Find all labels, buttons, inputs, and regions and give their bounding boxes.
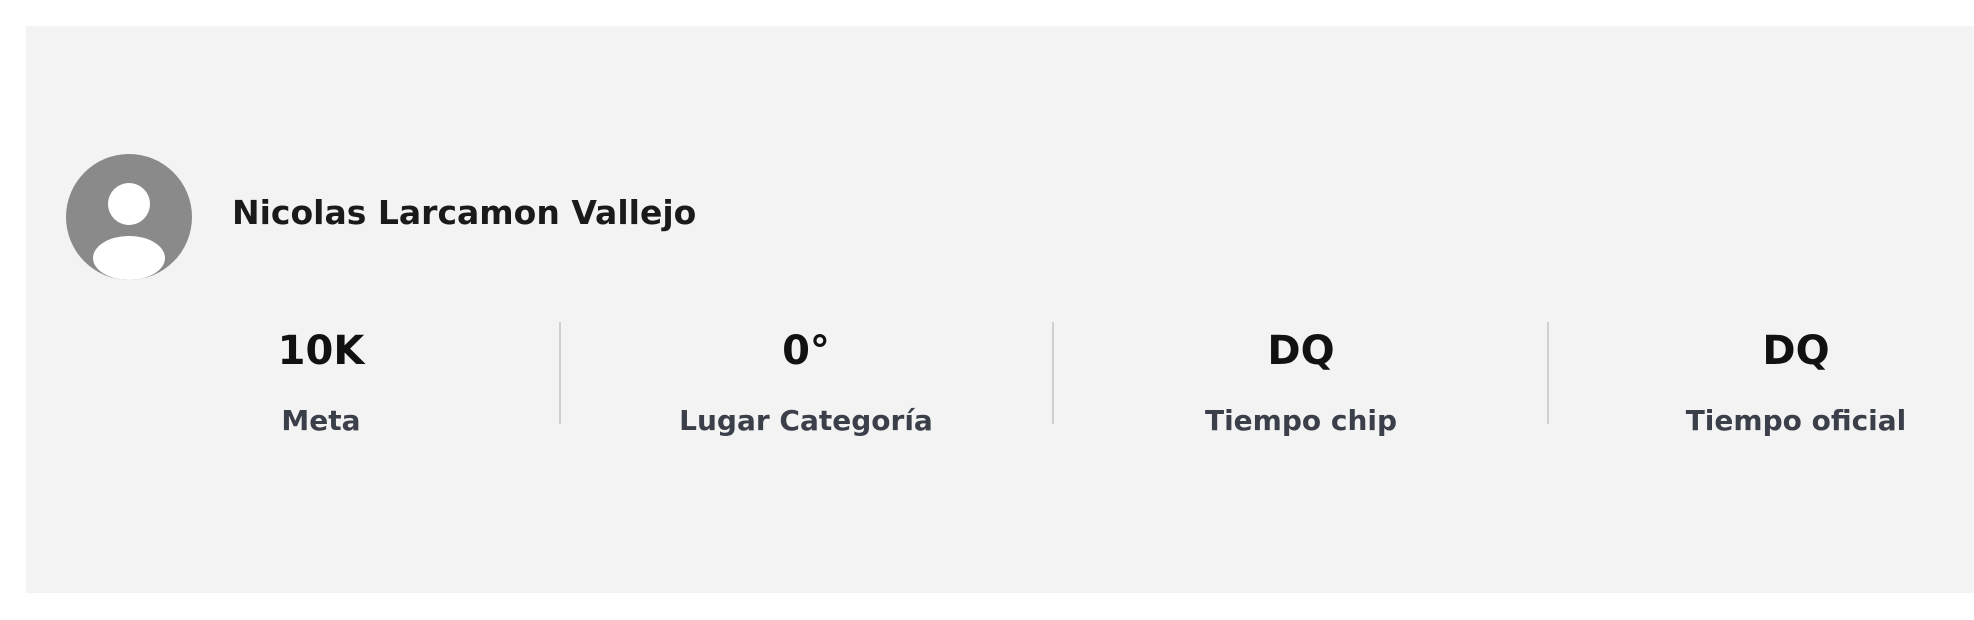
stat-divider <box>559 322 561 424</box>
stat-tiempo-oficial-label: Tiempo oficial <box>1685 404 1907 437</box>
stat-divider <box>1052 322 1054 424</box>
runner-result-card: Nicolas Larcamon Vallejo 10K Meta 0° Lug… <box>26 26 1974 593</box>
stat-tiempo-chip-value: DQ <box>1267 328 1335 374</box>
stat-lugar-categoria: 0° Lugar Categoría <box>656 331 956 435</box>
stat-tiempo-chip-label: Tiempo chip <box>1204 404 1398 437</box>
runner-name: Nicolas Larcamon Vallejo <box>232 193 697 232</box>
stat-meta: 10K Meta <box>221 331 421 435</box>
user-avatar-icon <box>66 154 192 280</box>
stat-meta-label: Meta <box>281 404 361 437</box>
stat-tiempo-oficial: DQ Tiempo oficial <box>1646 331 1946 435</box>
stat-tiempo-oficial-value: DQ <box>1762 328 1830 374</box>
stat-lugar-categoria-label: Lugar Categoría <box>679 404 933 437</box>
stat-divider <box>1547 322 1549 424</box>
stat-meta-value: 10K <box>277 328 365 374</box>
stat-tiempo-chip: DQ Tiempo chip <box>1151 331 1451 435</box>
stat-lugar-categoria-value: 0° <box>782 328 830 374</box>
